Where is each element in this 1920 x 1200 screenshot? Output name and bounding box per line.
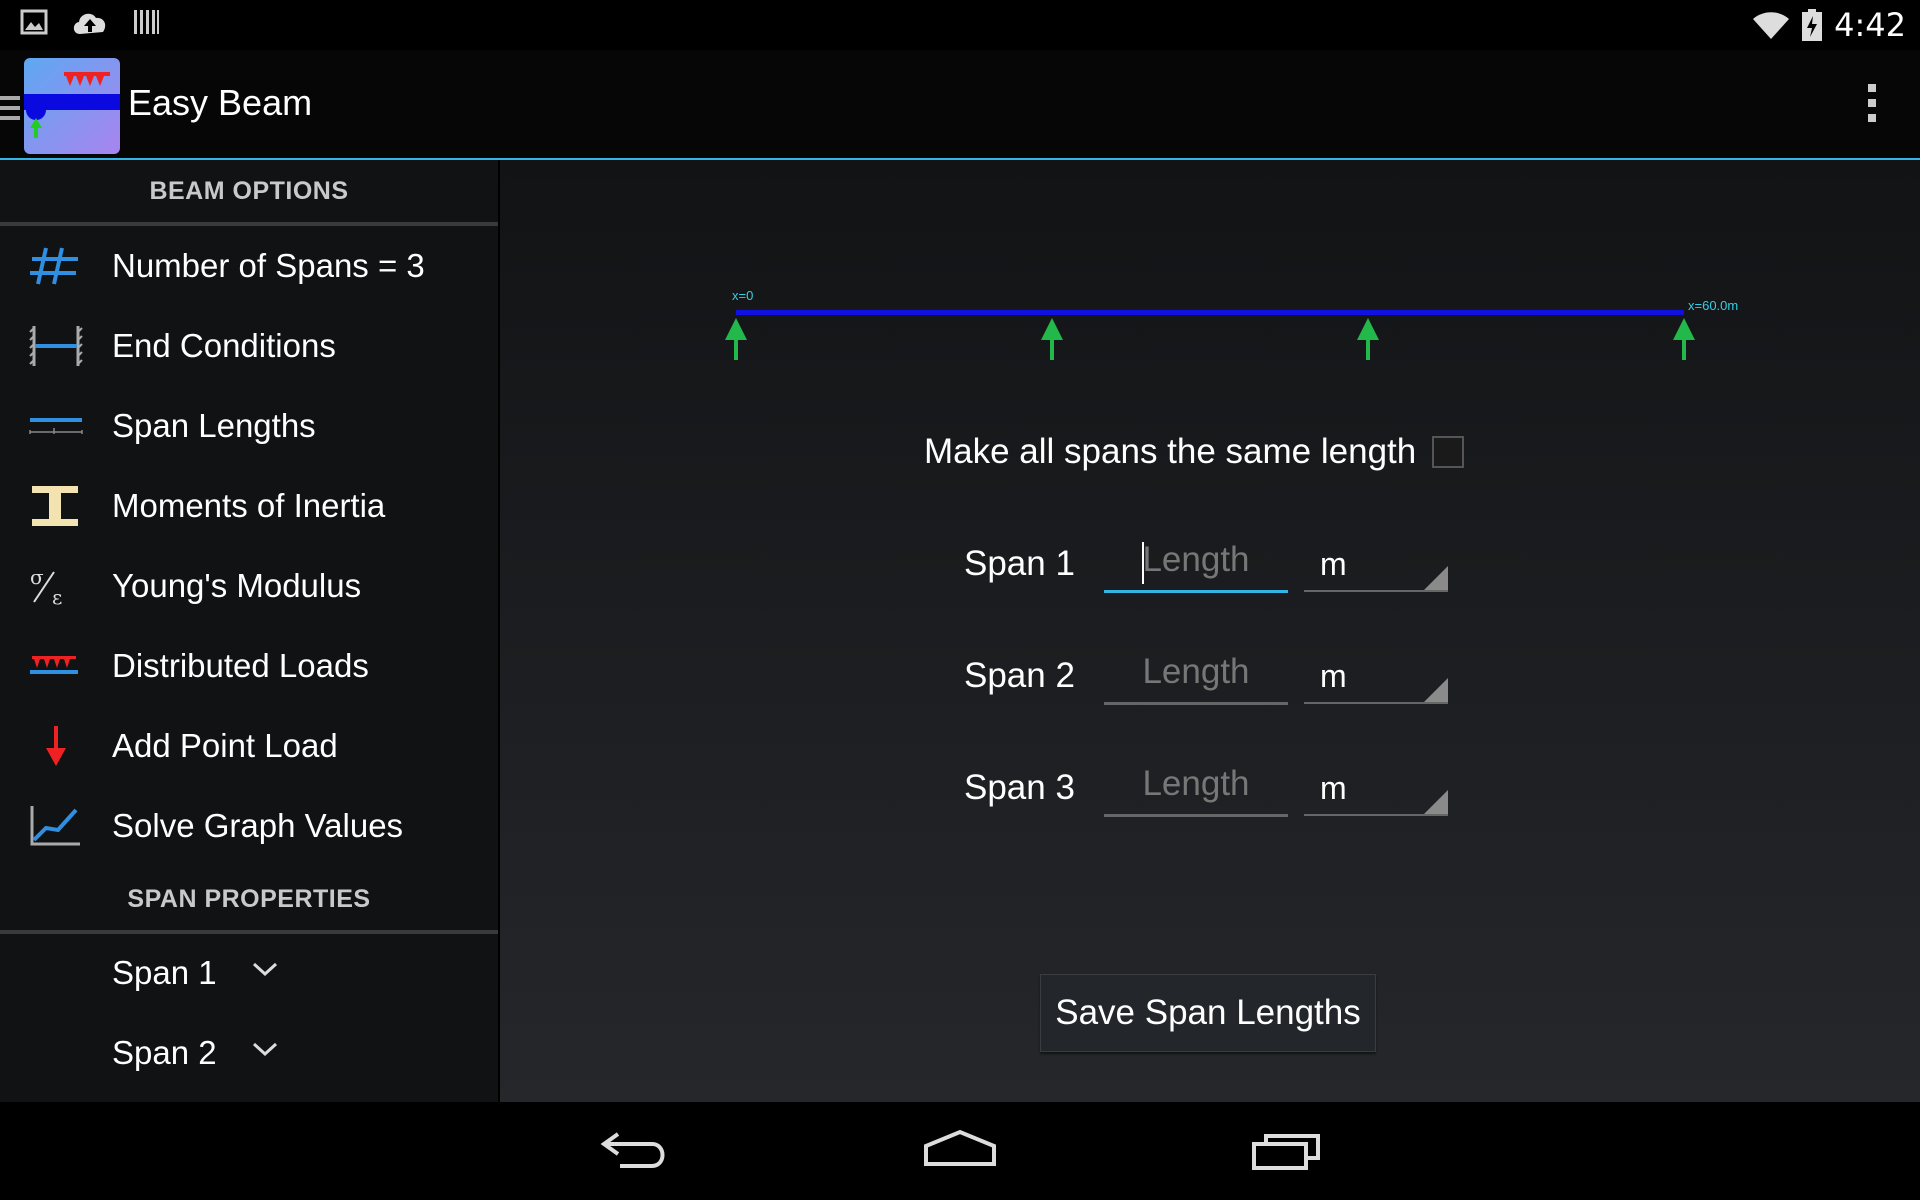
battery-charging-icon	[1802, 9, 1823, 41]
menu-item-add-point-load[interactable]: Add Point Load	[0, 706, 498, 786]
chevron-down-icon	[252, 1042, 278, 1057]
graph-icon	[30, 806, 80, 846]
span-2-label: Span 2	[964, 656, 1075, 695]
span-1-length-field[interactable]	[1104, 532, 1288, 593]
menu-item-span-lengths[interactable]: Span Lengths	[0, 386, 498, 466]
beam-options-heading: BEAM OPTIONS	[0, 160, 498, 226]
i-beam-icon	[32, 486, 78, 526]
menu-item-label: Young's Modulus	[112, 567, 362, 604]
system-nav-bar	[0, 1102, 1920, 1200]
chevron-down-icon	[252, 962, 278, 977]
end-conditions-icon	[29, 326, 83, 366]
span-3-length-field[interactable]	[1104, 756, 1288, 817]
drawer-toggle-icon[interactable]	[0, 94, 20, 122]
save-span-lengths-button[interactable]: Save Span Lengths	[1040, 974, 1376, 1052]
dropdown-corner-icon	[1424, 790, 1448, 814]
span-lengths-panel: x=0 x=60.0m Make all spans the same leng…	[500, 160, 1920, 1102]
status-bar: 4:42	[0, 0, 1920, 50]
menu-item-end-conditions[interactable]: End Conditions	[0, 306, 498, 386]
same-length-checkbox[interactable]	[1432, 436, 1465, 468]
menu-item-moments-of-inertia[interactable]: Moments of Inertia	[0, 466, 498, 546]
span-1-expander[interactable]: Span 1	[0, 934, 498, 1014]
span-2-length-input[interactable]	[1104, 644, 1288, 700]
navigation-drawer: BEAM OPTIONS Number of Spans = 3 End Con…	[0, 160, 498, 1102]
support-arrow-icon	[1041, 318, 1063, 360]
point-load-arrow-icon	[46, 726, 66, 766]
menu-item-youngs-modulus[interactable]: σ ε Young's Modulus	[0, 546, 498, 626]
menu-item-label: Span Lengths	[112, 407, 316, 444]
support-arrow-icon	[1357, 318, 1379, 360]
same-length-row: Make all spans the same length	[924, 432, 1465, 472]
menu-item-label: Add Point Load	[112, 727, 338, 764]
span-2-expander[interactable]: Span 2	[0, 1014, 498, 1094]
support-arrow-icon	[725, 318, 747, 360]
span-3-unit-dropdown[interactable]: m	[1304, 756, 1448, 816]
app-title: Easy Beam	[128, 82, 313, 123]
text-cursor	[1142, 542, 1144, 584]
back-icon[interactable]	[600, 1126, 672, 1174]
menu-item-label: Solve Graph Values	[112, 807, 404, 844]
span-2-length-field[interactable]	[1104, 644, 1288, 705]
action-bar: Easy Beam	[0, 50, 1920, 160]
cloud-upload-icon	[73, 13, 106, 34]
same-length-label: Make all spans the same length	[924, 432, 1417, 471]
dropdown-corner-icon	[1424, 566, 1448, 590]
wifi-icon	[1753, 12, 1790, 39]
span-1-length-input[interactable]	[1104, 532, 1288, 588]
image-icon	[20, 9, 48, 35]
unit-value: m	[1320, 546, 1347, 582]
unit-value: m	[1320, 770, 1347, 806]
clock: 4:42	[1834, 6, 1906, 44]
span-2-unit-dropdown[interactable]: m	[1304, 644, 1448, 704]
unit-value: m	[1320, 658, 1347, 694]
beam-line	[736, 310, 1684, 315]
span-3-label: Span 3	[964, 768, 1075, 807]
span-properties-heading: SPAN PROPERTIES	[0, 868, 498, 934]
span-3-length-input[interactable]	[1104, 756, 1288, 812]
menu-item-label: Moments of Inertia	[112, 487, 386, 524]
overflow-menu-icon[interactable]	[1866, 84, 1878, 128]
beam-end-label: x=60.0m	[1688, 298, 1738, 313]
svg-text:ε: ε	[52, 585, 62, 606]
dropdown-corner-icon	[1424, 678, 1448, 702]
span-expander-label: Span 1	[112, 954, 217, 991]
span-1-unit-dropdown[interactable]: m	[1304, 532, 1448, 592]
menu-item-solve-graph-values[interactable]: Solve Graph Values	[0, 786, 498, 866]
recent-apps-icon[interactable]	[1250, 1126, 1322, 1174]
menu-item-number-of-spans[interactable]: Number of Spans = 3	[0, 226, 498, 306]
menu-item-label: End Conditions	[112, 327, 336, 364]
stress-strain-icon: σ ε	[30, 566, 62, 606]
span-expander-label: Span 2	[112, 1034, 217, 1071]
svg-text:σ: σ	[30, 566, 44, 589]
home-icon[interactable]	[922, 1126, 998, 1174]
menu-item-label: Distributed Loads	[112, 647, 369, 684]
hash-icon	[30, 247, 78, 285]
app-logo-icon[interactable]	[24, 58, 120, 154]
menu-item-label: Number of Spans = 3	[112, 247, 425, 284]
beam-start-label: x=0	[732, 288, 753, 303]
span-lengths-icon	[29, 418, 83, 434]
support-arrow-icon	[1673, 318, 1695, 360]
distributed-load-icon	[30, 656, 78, 674]
menu-item-distributed-loads[interactable]: Distributed Loads	[0, 626, 498, 706]
barcode-icon	[134, 10, 159, 34]
span-1-label: Span 1	[964, 544, 1075, 583]
beam-diagram: x=0 x=60.0m	[725, 288, 1738, 360]
